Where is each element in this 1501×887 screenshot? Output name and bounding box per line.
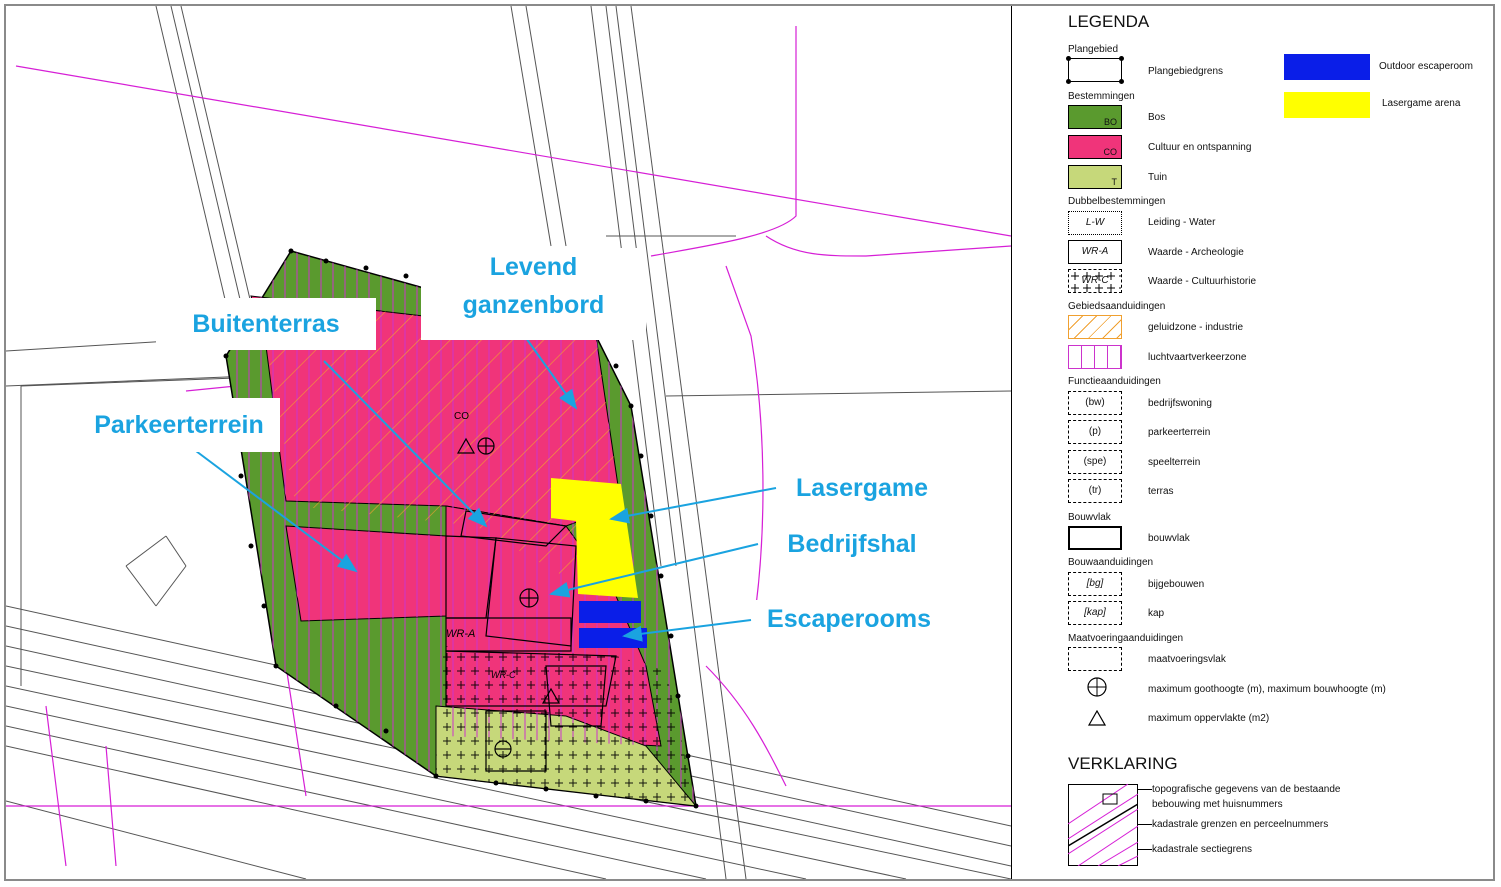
swatch-spe: (spe) [1068,450,1122,474]
verklaring-topo-line1: topografische gegevens van de bestaande [1152,784,1341,795]
verklaring-leader-1 [1138,789,1152,790]
swatch-bouwvlak [1068,526,1122,550]
verklaring-leader-3 [1138,849,1152,850]
goothoogte-icon [1087,677,1107,697]
legend-head-bestemmingen: Bestemmingen [1068,91,1135,102]
legend-head-functie: Functieaanduidingen [1068,376,1161,387]
luchtvaart-hatch-parking [286,526,446,621]
swatch-tuin: T [1068,165,1122,189]
swatch-bg-code: [bg] [1086,578,1104,589]
escaperoom-1 [579,601,641,623]
legend-bijgebouwen: bijgebouwen [1148,579,1205,590]
swatch-lasergame-arena [1284,92,1370,118]
callout-buitenterras: Buitenterras [156,298,376,350]
zoning-map: CO WR-A WR-C Levend ganzenbord Buitenter… [6,6,1012,879]
legend-luchtvaart: luchtvaartverkeerzone [1148,352,1247,363]
callout-escaperooms: Escaperooms [754,600,944,640]
legend-leiding-water: Leiding - Water [1148,217,1216,228]
legend-head-gebieds: Gebiedsaanduidingen [1068,301,1166,312]
swatch-cultuur: CO [1068,135,1122,159]
callout-parkeerterrein: Parkeerterrein [78,398,280,452]
legend-archeologie: Waarde - Archeologie [1148,247,1244,258]
legend-head-bouwvlak: Bouwvlak [1068,512,1111,523]
swatch-maatvoeringsvlak [1068,647,1122,671]
wrc-map-label: WR-C [491,670,516,680]
swatch-plangebiedgrens [1066,56,1124,84]
swatch-spe-code: (spe) [1083,456,1107,467]
legend-plangebiedgrens: Plangebiedgrens [1148,66,1224,77]
swatch-kap-code: [kap] [1084,607,1106,618]
verklaring-sectiegrens: kadastrale sectiegrens [1152,844,1253,855]
co-map-label: CO [454,411,469,422]
legend-head-plangebied: Plangebied [1068,44,1119,55]
oppervlakte-icon [1088,710,1106,726]
callout-bedrijfshal: Bedrijfshal [770,525,934,565]
legend-bouwvlak: bouwvlak [1148,533,1190,544]
legend-panel: LEGENDA Plangebied Plangebiedgrens Outdo… [1012,6,1493,879]
swatch-leiding-water: L-W [1068,211,1122,235]
legend-terras: terras [1148,486,1174,497]
swatch-leiding-code: L-W [1085,217,1105,228]
legend-speelterrein: speelterrein [1148,457,1201,468]
swatch-p: (p) [1068,420,1122,444]
swatch-luchtvaart [1068,345,1122,369]
legend-goothoogte: maximum goothoogte (m), maximum bouwhoog… [1148,684,1386,695]
legend-head-maat: Maatvoeringaanduidingen [1068,633,1184,644]
swatch-kap: [kap] [1068,601,1122,625]
callout-lasergame: Lasergame [778,469,946,509]
legend-tuin: Tuin [1148,172,1168,183]
verklaring-topo: topografische gegevens van de bestaande … [1152,782,1340,812]
legend-cultuurhistorie: Waarde - Cultuurhistorie [1148,276,1257,287]
figure-frame: CO WR-A WR-C Levend ganzenbord Buitenter… [4,4,1495,881]
swatch-tr-code: (tr) [1088,485,1102,496]
verklaring-leader-2 [1138,824,1152,825]
wra-map-label: WR-A [446,628,475,640]
legend-bos: Bos [1148,112,1166,123]
legend-outdoor-escaperoom: Outdoor escaperoom [1379,61,1473,72]
swatch-outdoor-escaperoom [1284,54,1370,80]
swatch-tuin-code: T [1111,177,1118,187]
legend-kap: kap [1148,608,1165,619]
legend-cultuur: Cultuur en ontspanning [1148,142,1252,153]
callout-levend-ganzenbord: Levend ganzenbord [421,248,646,340]
legend-head-dubbel: Dubbelbestemmingen [1068,196,1166,207]
legend-lasergame-arena: Lasergame arena [1382,98,1461,109]
swatch-cultuur-code: CO [1103,147,1118,157]
swatch-bg: [bg] [1068,572,1122,596]
legend-oppervlakte: maximum oppervlakte (m2) [1148,713,1270,724]
swatch-geluidzone [1068,315,1122,339]
callout-levend-line1: Levend [489,253,578,281]
verklaring-topo-line2: bebouwing met huisnummers [1152,799,1283,810]
swatch-cultuurhistorie: WR-C [1068,269,1122,293]
swatch-archeologie-code: WR-A [1081,246,1109,257]
swatch-bos-code: BO [1103,117,1117,127]
legend-title: LEGENDA [1068,12,1150,31]
legend-maatvoeringsvlak: maatvoeringsvlak [1148,654,1226,665]
swatch-bw-code: (bw) [1085,397,1105,408]
swatch-tr: (tr) [1068,479,1122,503]
legend-geluidzone: geluidzone - industrie [1148,322,1244,333]
legend-parkeerterrein: parkeerterrein [1148,427,1211,438]
swatch-bos: BO [1068,105,1122,129]
swatch-archeologie: WR-A [1068,240,1122,264]
verklaring-kadastrale-grenzen: kadastrale grenzen en perceelnummers [1152,819,1329,830]
swatch-p-code: (p) [1088,426,1102,437]
verklaring-sample-map [1068,784,1138,866]
swatch-bw: (bw) [1068,391,1122,415]
legend-head-bouwaand: Bouwaanduidingen [1068,557,1154,568]
callout-levend-line2: ganzenbord [462,291,605,319]
verklaring-title: VERKLARING [1068,754,1178,773]
legend-bedrijfswoning: bedrijfswoning [1148,398,1212,409]
swatch-cultuurhistorie-code: WR-C [1081,275,1109,286]
escaperoom-2 [579,628,647,648]
